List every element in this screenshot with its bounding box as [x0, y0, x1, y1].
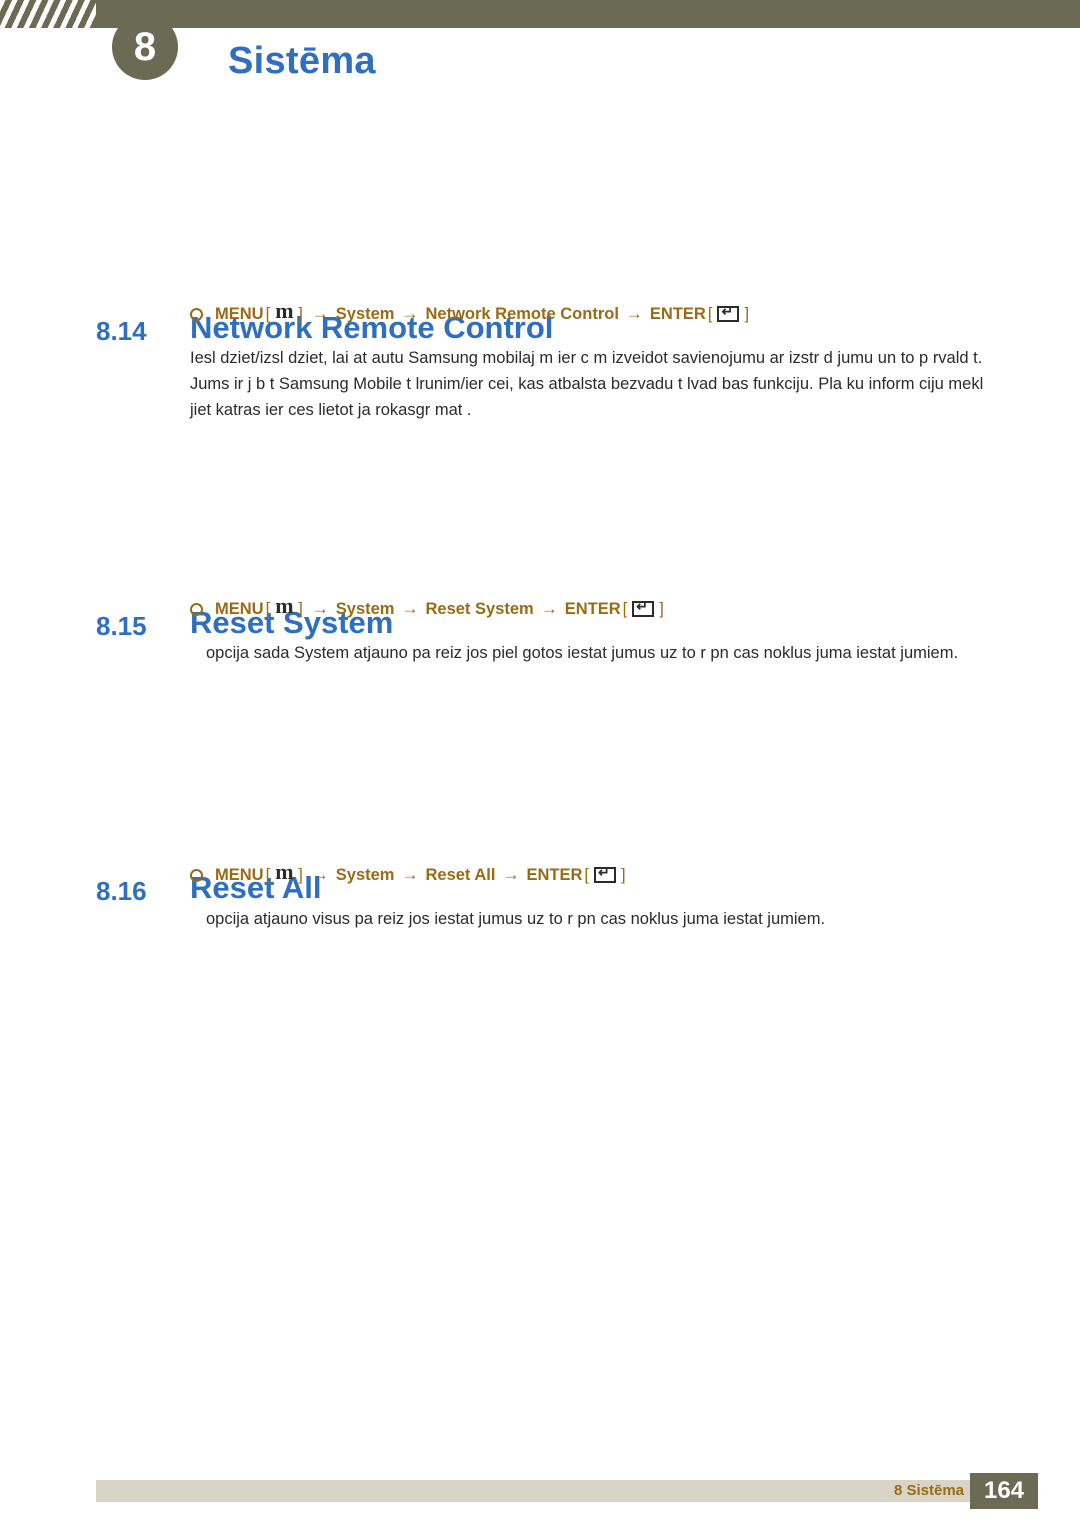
enter-label: ENTER	[526, 865, 583, 884]
section-body-reset-system: opcija sada System atjauno pa reiz jos p…	[206, 644, 959, 662]
section-number: 8.14	[96, 316, 147, 346]
menu-item-target: Reset All	[425, 865, 496, 884]
bracket-close: ]	[298, 599, 303, 618]
m-key-icon	[274, 593, 294, 620]
section-body-network-remote-control: Iesl dziet/izsl dziet, lai at autu Samsu…	[190, 349, 984, 419]
circle-bullet-icon	[190, 307, 203, 321]
menu-label: MENU	[215, 599, 264, 618]
arrow-2: →	[401, 304, 419, 323]
m-key-icon	[274, 298, 294, 325]
arrow-3: →	[502, 865, 520, 884]
menu-path-reset-system: MENU [ ] → System → Reset System → ENTER…	[190, 593, 666, 620]
menu-path-reset-all: MENU [ ] → System → Reset All → ENTER [ …	[190, 859, 628, 886]
menu-item-target: Network Remote Control	[425, 304, 619, 323]
bracket-open-2: [	[584, 865, 589, 884]
circle-bullet-icon	[190, 868, 203, 882]
menu-path-network-remote-control: MENU [ ] → System → Network Remote Contr…	[190, 298, 751, 325]
bracket-close: ]	[298, 304, 303, 323]
bracket-close-2: ]	[744, 304, 750, 323]
arrow-3: →	[540, 599, 558, 618]
bracket-close-2: ]	[659, 599, 664, 618]
arrow-3: →	[625, 304, 643, 323]
section-number: 8.16	[96, 876, 147, 906]
menu-label: MENU	[215, 865, 264, 884]
chapter-number-badge: 8	[112, 14, 178, 80]
bracket-open: [	[265, 304, 271, 323]
menu-item-system: System	[335, 599, 395, 618]
enter-key-icon	[594, 864, 616, 883]
enter-label: ENTER	[564, 599, 621, 618]
arrow-1: →	[311, 304, 329, 323]
arrow-2: →	[401, 599, 419, 618]
bracket-open: [	[265, 599, 271, 618]
page-number-badge: 164	[970, 1473, 1038, 1509]
enter-key-icon	[632, 598, 655, 617]
section-number: 8.15	[96, 611, 147, 641]
bracket-open: [	[265, 865, 271, 884]
diagonal-stripes-decoration-icon	[0, 0, 96, 28]
footer-chapter-ref: 8 Sistēma	[893, 1482, 964, 1499]
bracket-open-2: [	[622, 599, 628, 618]
enter-key-icon	[717, 303, 740, 322]
bracket-close: ]	[298, 865, 303, 884]
arrow-1: →	[311, 865, 329, 884]
circle-bullet-icon	[190, 602, 203, 616]
bracket-open-2: [	[707, 304, 713, 323]
arrow-1: →	[311, 599, 329, 618]
menu-item-system: System	[335, 865, 395, 884]
m-key-icon	[274, 859, 294, 886]
page-title: Sistēma	[228, 40, 376, 82]
menu-item-system: System	[335, 304, 395, 323]
arrow-2: →	[401, 865, 419, 884]
bracket-close-2: ]	[621, 865, 626, 884]
section-body-reset-all: opcija atjauno visus pa reiz jos iestat …	[206, 910, 826, 928]
menu-item-target: Reset System	[425, 599, 534, 618]
menu-label: MENU	[215, 304, 264, 323]
enter-label: ENTER	[649, 304, 706, 323]
footer-band	[96, 1480, 984, 1502]
